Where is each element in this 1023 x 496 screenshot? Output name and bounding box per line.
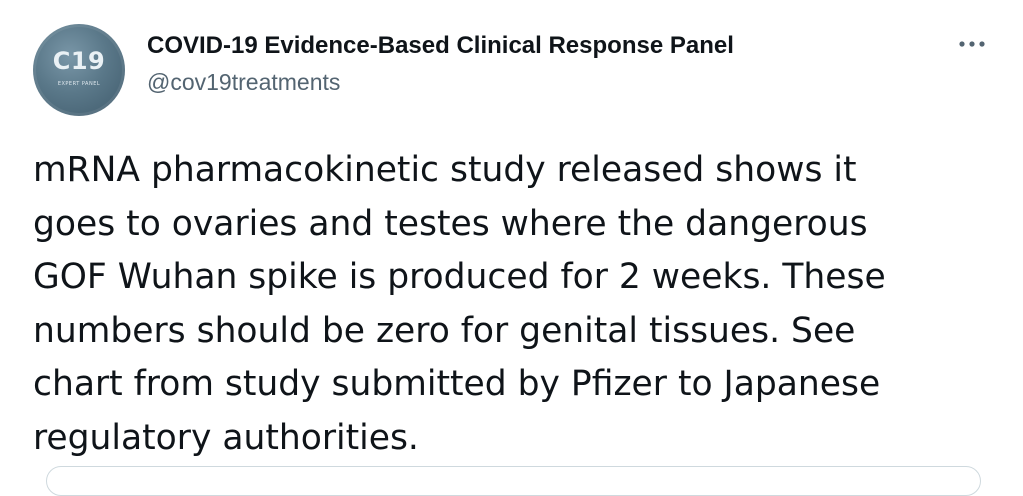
more-horizontal-icon (959, 41, 985, 47)
avatar-logo-subtext: EXPERT PANEL (57, 81, 101, 87)
avatar-logo-text: C19 (52, 47, 106, 75)
author-display-name[interactable]: COVID-19 Evidence-Based Clinical Respons… (147, 31, 734, 61)
author-handle[interactable]: @cov19treatments (147, 67, 340, 97)
media-card[interactable] (46, 466, 981, 496)
avatar[interactable]: C19 EXPERT PANEL (33, 24, 125, 116)
tweet-text: mRNA pharmacokinetic study released show… (33, 150, 886, 458)
tweet: C19 EXPERT PANEL COVID-19 Evidence-Based… (0, 0, 1023, 496)
more-options-button[interactable] (950, 26, 994, 62)
